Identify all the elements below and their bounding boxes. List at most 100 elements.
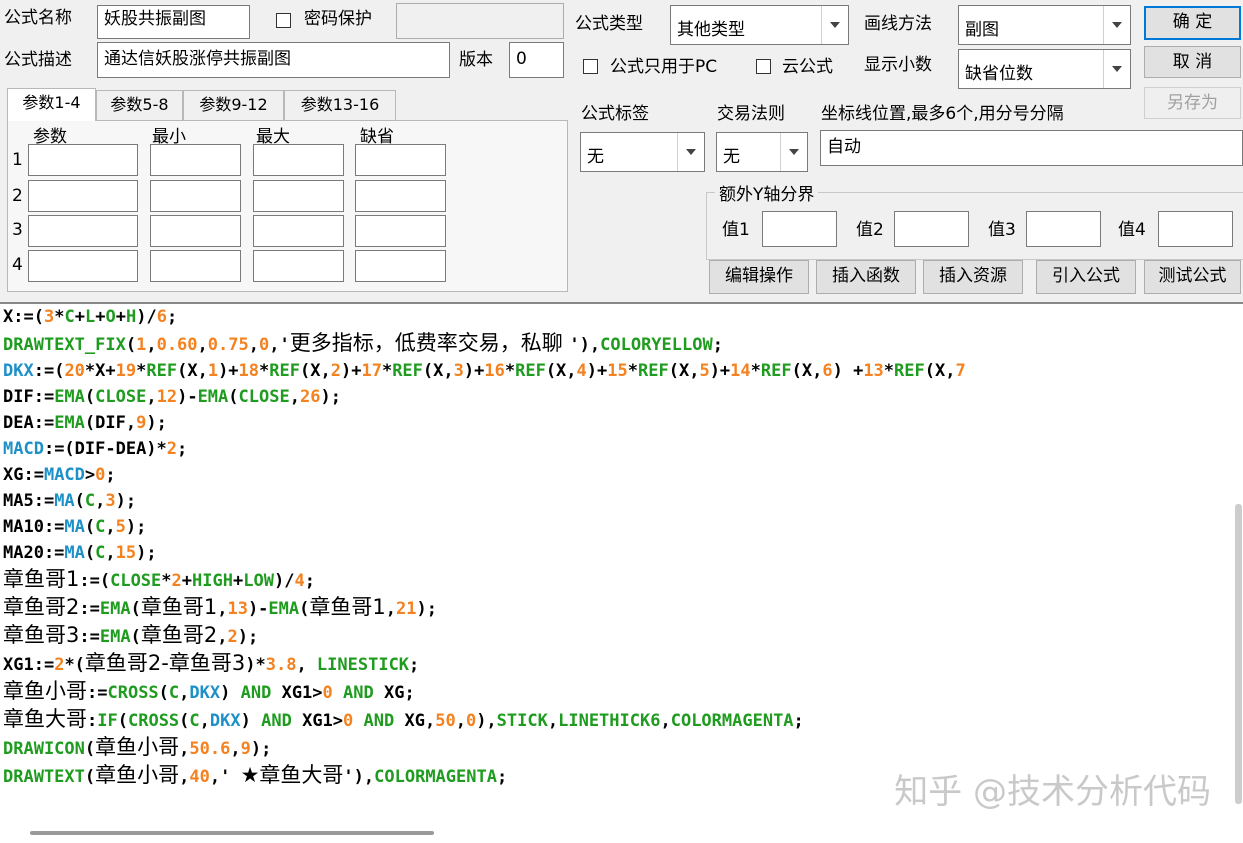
code-token: AND	[240, 683, 272, 703]
param-2-name-input[interactable]	[28, 180, 138, 212]
save-as-button[interactable]: 另存为	[1144, 87, 1241, 119]
password-checkbox[interactable]	[276, 13, 291, 28]
code-token: 6	[156, 307, 167, 327]
param-4-default-input[interactable]	[355, 250, 446, 282]
horizontal-scrollbar[interactable]	[30, 831, 434, 835]
param-4-max-input[interactable]	[253, 250, 344, 282]
code-token: );	[320, 387, 341, 407]
code-token: CROSS	[107, 683, 159, 703]
param-2-min-input[interactable]	[150, 180, 241, 212]
vertical-scrollbar[interactable]	[1235, 504, 1242, 804]
code-token: *	[504, 361, 516, 381]
code-token: 13	[863, 361, 884, 381]
code-token: :	[87, 711, 98, 731]
code-token: ,	[217, 627, 228, 647]
cancel-button[interactable]: 取 消	[1144, 46, 1241, 78]
test-formula-button[interactable]: 测试公式	[1144, 260, 1241, 294]
param-1-name-input[interactable]	[28, 144, 138, 176]
pc-only-checkbox[interactable]	[583, 59, 598, 74]
code-token: C	[84, 491, 96, 511]
param-3-name-input[interactable]	[28, 215, 138, 247]
code-token: :=(	[79, 571, 111, 591]
code-token: 章鱼小哥	[95, 763, 180, 787]
tab-params-1-4[interactable]: 参数1-4	[7, 88, 96, 121]
code-token: COLORYELLOW	[600, 335, 713, 355]
code-token: CLOSE	[238, 387, 290, 407]
code-line: 章鱼哥3:=EMA(章鱼哥2,2);	[3, 622, 1243, 650]
code-token: )	[240, 711, 262, 731]
code-token: C	[168, 683, 180, 703]
code-token: XG,	[394, 711, 436, 731]
trade-rule-value: 无	[723, 147, 740, 167]
code-token: MA	[64, 543, 85, 563]
param-4-name-input[interactable]	[28, 250, 138, 282]
cloud-formula-checkbox[interactable]	[756, 59, 771, 74]
code-line: 章鱼哥2:=EMA(章鱼哥1,13)-EMA(章鱼哥1,21);	[3, 594, 1243, 622]
code-token: 19	[115, 361, 137, 381]
param-1-min-input[interactable]	[150, 144, 241, 176]
code-editor[interactable]: X:=(3*C+L+O+H)/6; DRAWTEXT_FIX(1,0.60,0.7…	[0, 302, 1243, 843]
code-text: X:=(3*C+L+O+H)/6; DRAWTEXT_FIX(1,0.60,0.7…	[0, 304, 1243, 790]
tab-params-9-12[interactable]: 参数9-12	[183, 90, 284, 120]
import-formula-button[interactable]: 引入公式	[1036, 260, 1136, 294]
param-3-default-input[interactable]	[355, 215, 446, 247]
formula-type-select[interactable]: 其他类型	[670, 5, 849, 45]
param-2-default-input[interactable]	[355, 180, 446, 212]
code-line: XG:=MACD>0;	[3, 462, 1243, 488]
code-token: 3	[453, 361, 464, 381]
coord-line-input[interactable]: 自动	[820, 130, 1243, 166]
formula-tag-select[interactable]: 无	[580, 132, 705, 172]
code-token: EMA	[54, 387, 85, 407]
param-1-default-input[interactable]	[355, 144, 446, 176]
code-token: O	[105, 307, 116, 327]
code-token: ,	[385, 599, 397, 619]
trade-rule-select[interactable]: 无	[716, 132, 808, 172]
decimals-select[interactable]: 缺省位数	[958, 49, 1131, 89]
code-token: (	[130, 599, 141, 619]
code-token: XG1>	[271, 683, 323, 703]
draw-method-select[interactable]: 副图	[958, 5, 1131, 45]
param-row-3-label: 3	[12, 220, 23, 240]
param-1-max-input[interactable]	[253, 144, 344, 176]
code-token: 17	[361, 361, 382, 381]
password-input[interactable]	[396, 3, 564, 39]
code-token: (	[130, 627, 141, 647]
param-2-max-input[interactable]	[253, 180, 344, 212]
code-token: IF	[97, 711, 118, 731]
version-input[interactable]: 0	[509, 42, 564, 78]
y-value-4-input[interactable]	[1158, 211, 1233, 247]
code-token: DKX	[209, 711, 241, 731]
edit-ops-button[interactable]: 编辑操作	[709, 260, 809, 294]
code-token: 2	[330, 361, 341, 381]
tab-params-13-16[interactable]: 参数13-16	[284, 90, 396, 120]
code-token: (	[84, 543, 96, 563]
code-token: 18	[238, 361, 260, 381]
decimals-label: 显示小数	[864, 55, 932, 75]
insert-function-button[interactable]: 插入函数	[816, 260, 916, 294]
formula-desc-input[interactable]: 通达信妖股涨停共振副图	[97, 42, 450, 78]
code-line: DIF:=EMA(CLOSE,12)-EMA(CLOSE,26);	[3, 384, 1243, 410]
code-token: );	[115, 491, 137, 511]
insert-resource-button[interactable]: 插入资源	[923, 260, 1023, 294]
formula-name-input[interactable]: 妖股共振副图	[97, 5, 250, 39]
code-token: *	[54, 307, 65, 327]
code-token: ,	[105, 517, 116, 537]
param-4-min-input[interactable]	[150, 250, 241, 282]
code-token: ,	[95, 491, 106, 511]
code-token: (	[74, 491, 85, 511]
code-token: 章鱼哥2	[140, 623, 218, 647]
ok-button[interactable]: 确 定	[1144, 6, 1241, 40]
code-token: *	[627, 361, 638, 381]
y-value-3-input[interactable]	[1026, 211, 1101, 247]
code-token: 2	[171, 571, 182, 591]
param-3-max-input[interactable]	[253, 215, 344, 247]
y-value-1-input[interactable]	[762, 211, 837, 247]
tab-params-5-8[interactable]: 参数5-8	[96, 90, 183, 120]
chevron-down-icon	[780, 133, 807, 171]
param-3-min-input[interactable]	[150, 215, 241, 247]
code-token: MACD	[43, 465, 85, 485]
code-line: XG1:=2*(章鱼哥2-章鱼哥3)*3.8, LINESTICK;	[3, 650, 1243, 678]
code-line: 章鱼大哥:IF(CROSS(C,DKX) AND XG1>0 AND XG,50…	[3, 706, 1243, 734]
y-value-2-input[interactable]	[894, 211, 969, 247]
